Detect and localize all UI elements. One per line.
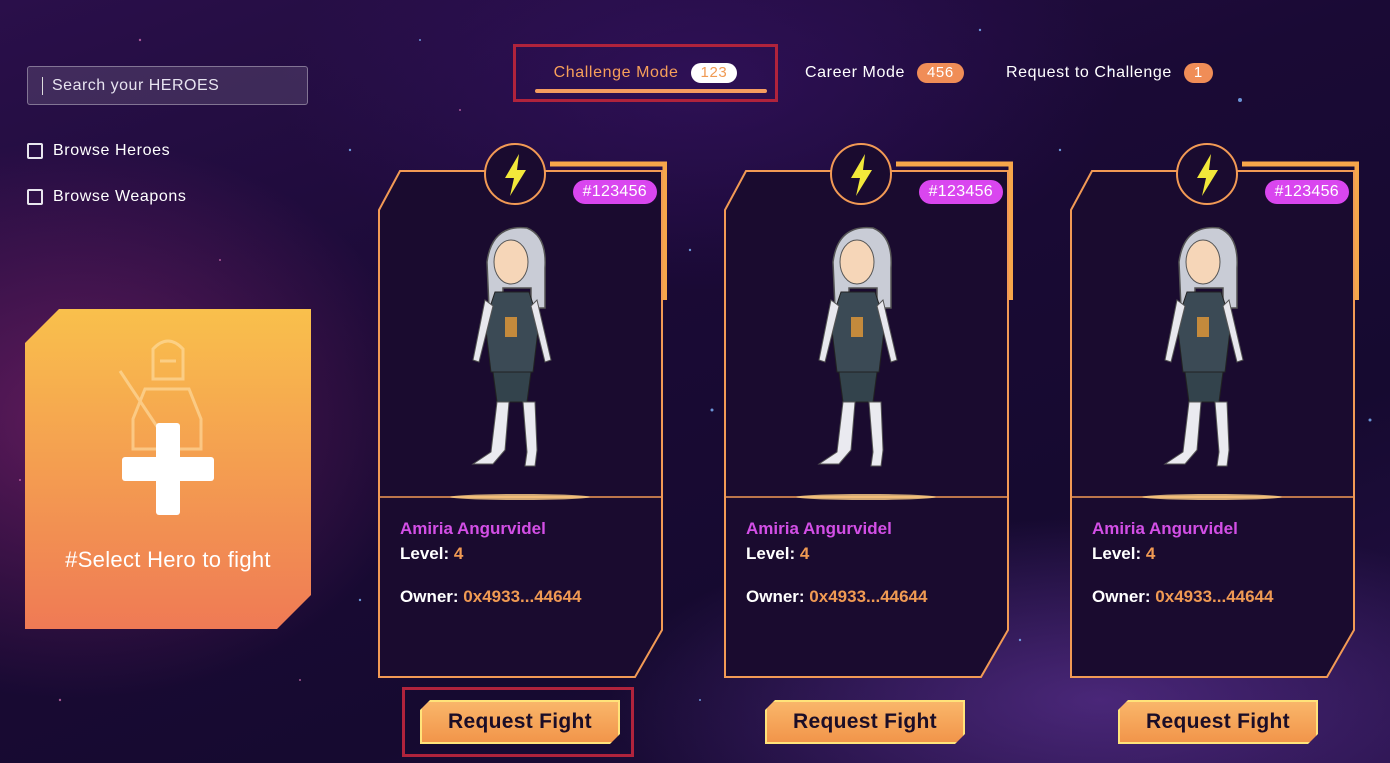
- level-value: 4: [1145, 544, 1156, 563]
- filter-browse-weapons[interactable]: Browse Weapons: [27, 188, 187, 206]
- level-value: 4: [799, 544, 810, 563]
- tab-challenge-mode-count: 123: [690, 63, 738, 83]
- hero-id-badge: #123456: [918, 180, 1003, 204]
- select-hero-label: #Select Hero to fight: [65, 547, 271, 572]
- owner-label: Owner:: [1092, 587, 1151, 606]
- browse-heroes-label: Browse Heroes: [53, 142, 171, 159]
- hero-name: Amiria Angurvidel: [400, 519, 546, 538]
- owner-address: 0x4933...44644: [463, 587, 582, 606]
- tab-challenge-mode-label: Challenge Mode: [553, 64, 679, 81]
- browse-weapons-label: Browse Weapons: [53, 188, 187, 205]
- lightning-bolt-icon: [830, 143, 892, 205]
- hero-info: Amiria Angurvidel Level: 4 Owner: 0x4933…: [1092, 516, 1273, 609]
- request-fight-button[interactable]: Request Fight: [420, 700, 620, 744]
- search-input[interactable]: [50, 75, 294, 96]
- tab-career-mode[interactable]: Career Mode 456: [805, 44, 964, 102]
- hero-card[interactable]: #123456 Amiria Angurvidel Level: 4 Owner…: [1067, 140, 1359, 680]
- text-caret: [42, 76, 43, 95]
- hero-portrait-image: [1163, 226, 1244, 467]
- tab-request-to-challenge[interactable]: Request to Challenge 1: [1006, 44, 1213, 102]
- level-value: 4: [453, 544, 464, 563]
- active-tab-underline: [535, 89, 767, 93]
- level-label: Level:: [400, 544, 450, 563]
- tab-request-to-challenge-count: 1: [1183, 63, 1213, 83]
- tab-challenge-mode[interactable]: Challenge Mode 123: [513, 44, 778, 102]
- add-hero-plus-icon[interactable]: [122, 423, 214, 515]
- browse-heroes-checkbox[interactable]: [27, 143, 43, 159]
- owner-address: 0x4933...44644: [1155, 587, 1274, 606]
- hero-id-badge: #123456: [1264, 180, 1349, 204]
- owner-label: Owner:: [746, 587, 805, 606]
- hero-portrait-image: [817, 226, 898, 467]
- lightning-bolt-icon: [484, 143, 546, 205]
- hero-search-box[interactable]: [27, 66, 308, 105]
- hero-name: Amiria Angurvidel: [746, 519, 892, 538]
- hero-portrait-image: [471, 226, 552, 467]
- lightning-bolt-icon: [1176, 143, 1238, 205]
- owner-label: Owner:: [400, 587, 459, 606]
- level-label: Level:: [1092, 544, 1142, 563]
- tab-career-mode-count: 456: [916, 63, 964, 83]
- owner-address: 0x4933...44644: [809, 587, 928, 606]
- request-fight-button[interactable]: Request Fight: [1118, 700, 1318, 744]
- hero-card[interactable]: #123456 Amiria Angurvidel Level: 4 Owner…: [375, 140, 667, 680]
- tab-career-mode-label: Career Mode: [805, 64, 905, 81]
- filter-browse-heroes[interactable]: Browse Heroes: [27, 142, 170, 160]
- hero-id-badge: #123456: [572, 180, 657, 204]
- browse-weapons-checkbox[interactable]: [27, 189, 43, 205]
- hero-card[interactable]: #123456 Amiria Angurvidel Level: 4 Owner…: [721, 140, 1013, 680]
- level-label: Level:: [746, 544, 796, 563]
- request-fight-button[interactable]: Request Fight: [765, 700, 965, 744]
- hero-name: Amiria Angurvidel: [1092, 519, 1238, 538]
- hero-info: Amiria Angurvidel Level: 4 Owner: 0x4933…: [400, 516, 581, 609]
- tab-request-to-challenge-label: Request to Challenge: [1006, 64, 1172, 81]
- hero-info: Amiria Angurvidel Level: 4 Owner: 0x4933…: [746, 516, 927, 609]
